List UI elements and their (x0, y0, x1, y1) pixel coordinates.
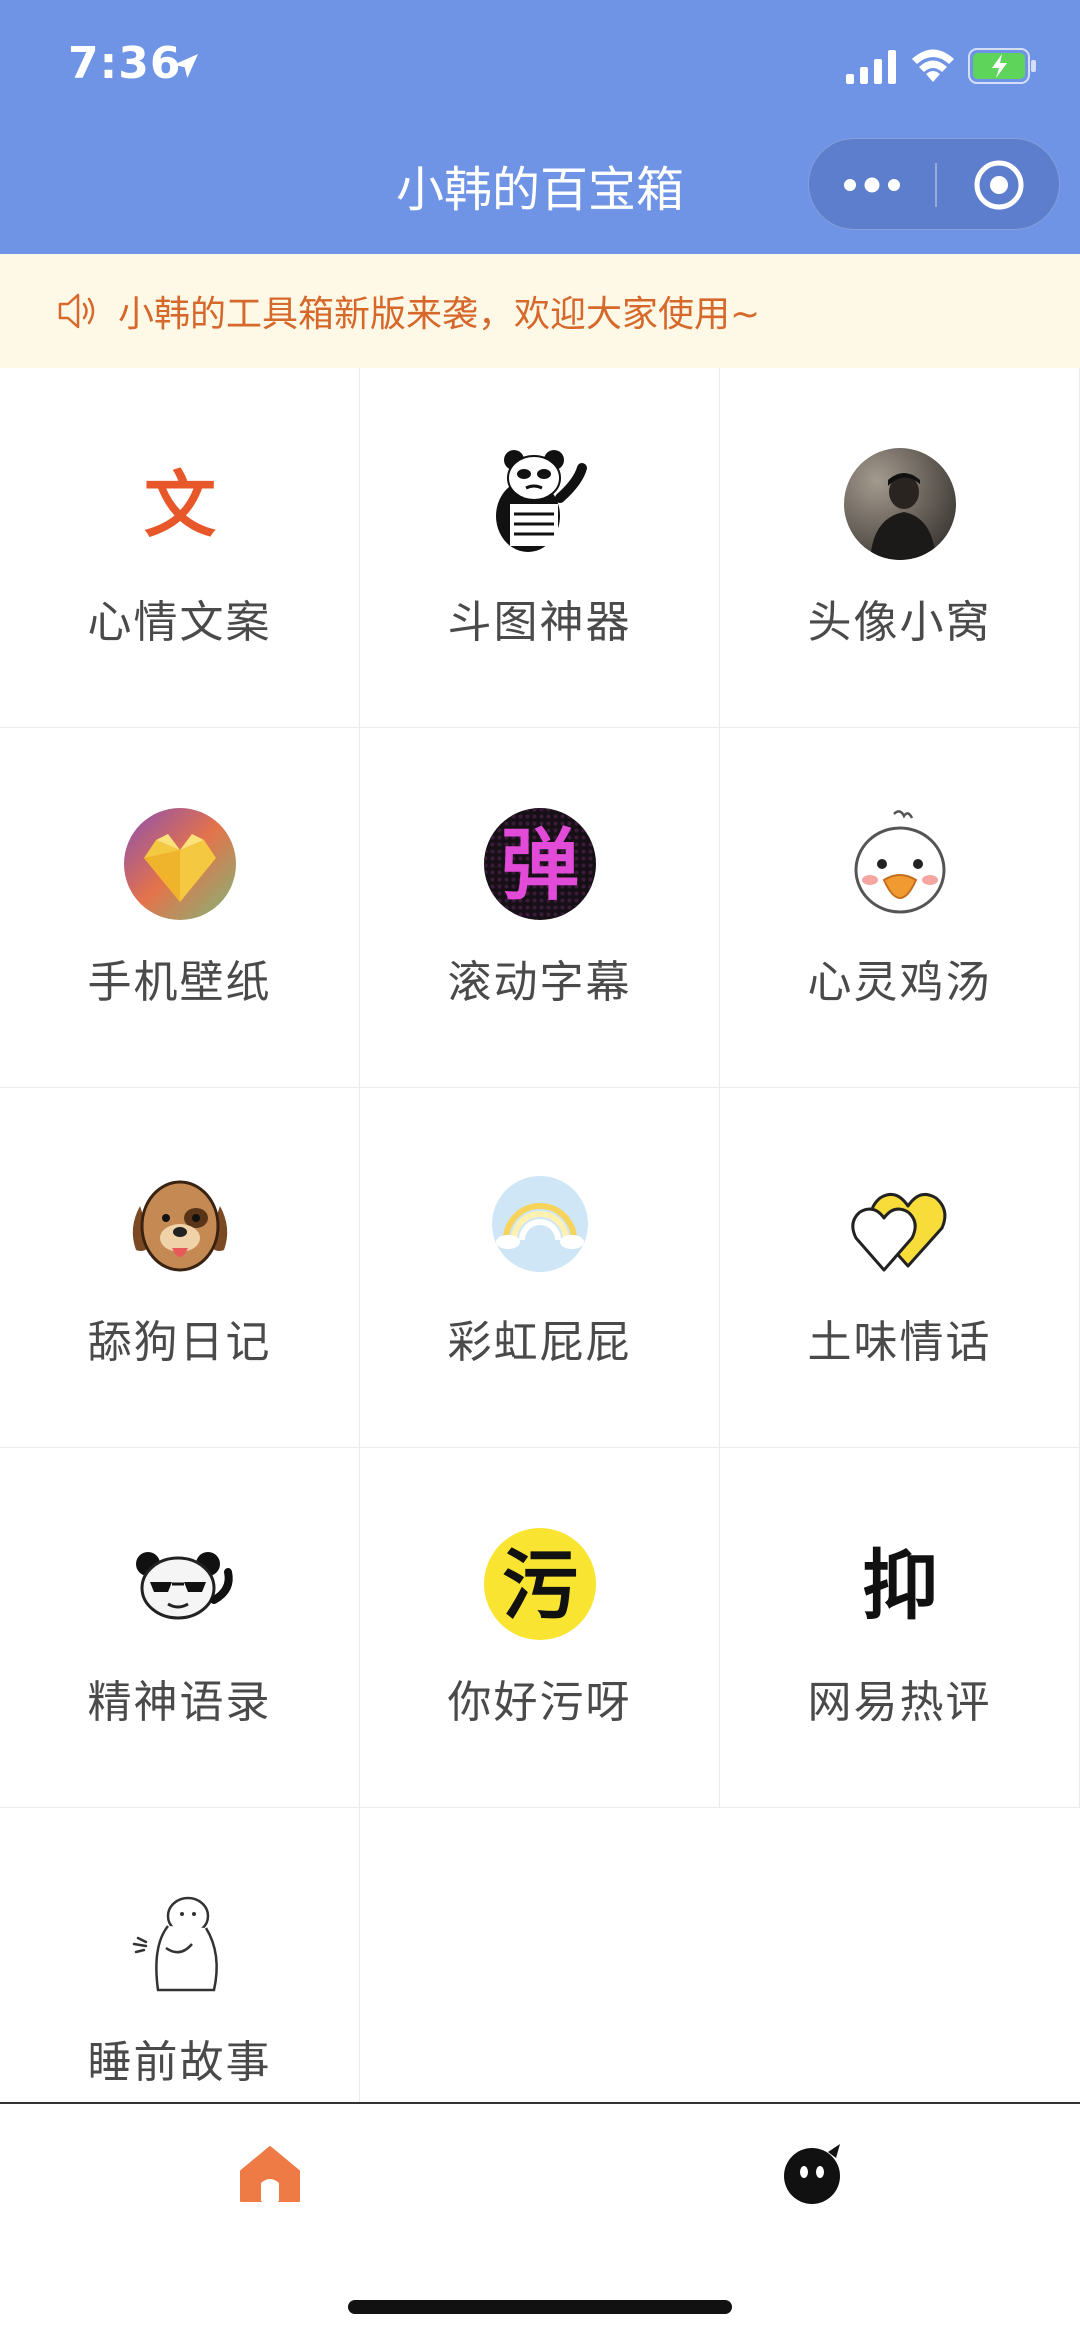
tool-mood-copy[interactable]: 文 心情文案 (0, 368, 360, 728)
app-header: 7:36 小韩的百宝箱 (0, 0, 1080, 254)
rainbow-icon (491, 1176, 588, 1272)
wen-character-text: 文 (143, 463, 215, 547)
dog-icon (132, 1180, 227, 1272)
wu-character-icon: 污 (483, 1528, 596, 1640)
close-miniprogram-button[interactable] (937, 139, 1061, 231)
wu-character-text: 污 (502, 1541, 578, 1630)
panda-meme-icon (495, 450, 587, 552)
duck-icon (854, 810, 945, 914)
sketch-character-icon (132, 1896, 218, 1992)
target-circle-icon (974, 160, 1024, 210)
location-arrow-icon (174, 54, 198, 78)
home-indicator (348, 2300, 732, 2314)
tool-label: 精神语录 (87, 1677, 272, 1728)
miniprogram-capsule (808, 138, 1060, 230)
tool-avatar-nest[interactable]: 头像小窝 (720, 368, 1080, 728)
tool-label: 手机壁纸 (87, 957, 272, 1008)
home-icon (240, 2146, 300, 2202)
status-time: 7:36 (68, 38, 182, 89)
tool-label: 网易热评 (807, 1677, 992, 1728)
double-heart-icon (850, 1192, 946, 1272)
wifi-icon (912, 49, 954, 82)
mascot-icon (784, 2144, 840, 2204)
speaker-icon (58, 293, 95, 329)
tool-label: 心灵鸡汤 (807, 957, 992, 1008)
tab-home[interactable] (220, 2134, 320, 2214)
yi-character-text: 抑 (862, 1541, 938, 1630)
tool-naughty-jokes[interactable]: 污 你好污呀 (360, 1448, 720, 1808)
tool-label: 你好污呀 (447, 1677, 632, 1728)
more-dots-icon (844, 177, 900, 193)
gem-heart-icon (123, 808, 236, 920)
avatar-photo-icon (843, 448, 956, 560)
signal-icon (846, 50, 896, 84)
sunglasses-panda-icon (135, 1552, 233, 1620)
tool-label: 斗图神器 (447, 597, 632, 648)
tool-spirit-quotes[interactable]: 精神语录 (0, 1448, 360, 1808)
tool-label: 舔狗日记 (87, 1317, 272, 1368)
dan-character-text: 弹 (500, 821, 578, 911)
led-dan-icon: 弹 (483, 808, 596, 920)
tool-meme-maker[interactable]: 斗图神器 (360, 368, 720, 728)
tool-label: 心情文案 (87, 597, 272, 648)
tool-phone-wallpaper[interactable]: 手机壁纸 (0, 728, 360, 1088)
tool-scroll-subtitle[interactable]: 弹 滚动字幕 (360, 728, 720, 1088)
tool-label: 睡前故事 (87, 2037, 272, 2088)
notice-bar: 小韩的工具箱新版来袭，欢迎大家使用~ (0, 254, 1080, 368)
tool-rainbow-compliment[interactable]: 彩虹屁屁 (360, 1088, 720, 1448)
status-bar: 7:36 (0, 0, 1080, 130)
tool-cheesy-love-words[interactable]: 土味情话 (720, 1088, 1080, 1448)
yi-character-icon: 抑 (862, 1541, 938, 1630)
tool-chicken-soup[interactable]: 心灵鸡汤 (720, 728, 1080, 1088)
tab-profile[interactable] (762, 2134, 862, 2214)
tool-label: 头像小窝 (807, 597, 992, 648)
tool-label: 彩虹屁屁 (447, 1317, 632, 1368)
tool-netease-hot-comments[interactable]: 抑 网易热评 (720, 1448, 1080, 1808)
notice-text: 小韩的工具箱新版来袭，欢迎大家使用~ (118, 294, 761, 335)
tool-dog-diary[interactable]: 舔狗日记 (0, 1088, 360, 1448)
tool-label: 滚动字幕 (447, 957, 632, 1008)
battery-charging-icon (968, 48, 1036, 84)
wen-character-icon: 文 (143, 463, 215, 547)
tool-label: 土味情话 (807, 1317, 992, 1368)
more-menu-button[interactable] (809, 139, 935, 231)
